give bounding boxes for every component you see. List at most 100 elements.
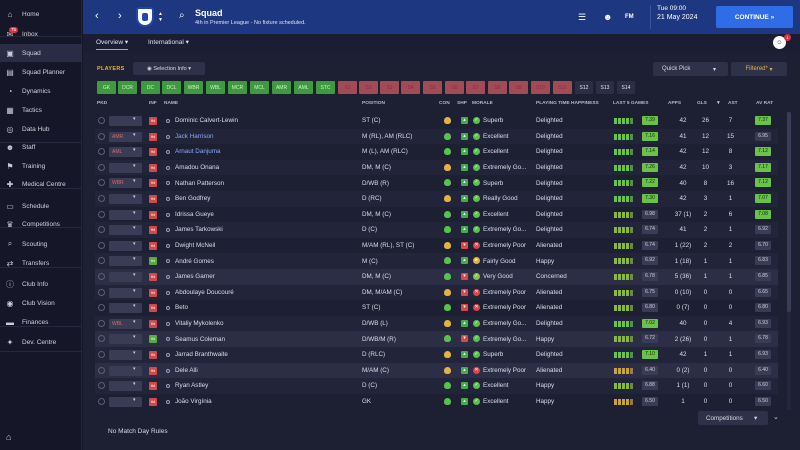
col-con[interactable]: CON (439, 101, 450, 106)
menu-icon[interactable]: ☰ (578, 12, 586, 23)
position-chip[interactable]: AMR (272, 81, 291, 94)
sidebar-item-data-hub[interactable]: ◎ Data Hub (0, 120, 82, 138)
chevron-down-icon[interactable]: ▾ (133, 147, 136, 153)
chevron-down-icon[interactable]: ⌄ (773, 413, 779, 421)
table-row[interactable]: AML ▾ Hd Arnaut Danjuma M (L), AM (RLC) … (95, 144, 778, 160)
position-chip[interactable]: S10 (531, 81, 550, 94)
position-chip[interactable]: DCL (162, 81, 181, 94)
position-chip[interactable]: S14 (617, 81, 635, 94)
player-name[interactable]: Seamus Coleman (175, 331, 355, 347)
squad-slot-select[interactable] (109, 381, 142, 392)
squad-slot-select[interactable] (109, 303, 142, 314)
picked-indicator[interactable] (98, 288, 105, 296)
position-chip[interactable]: WBR (184, 81, 203, 94)
sidebar-item-inbox[interactable]: ✉ 75 Inbox (0, 25, 82, 43)
player-name[interactable]: James Tarkowski (175, 222, 355, 238)
sidebar-item-club-vision[interactable]: ◉ Club Vision (0, 294, 82, 312)
player-name[interactable]: Jarrad Branthwaite (175, 347, 355, 363)
position-chip[interactable]: S6 (445, 81, 464, 94)
chevron-down-icon[interactable]: ▾ (133, 366, 136, 372)
position-chip[interactable]: MCL (250, 81, 269, 94)
position-chip[interactable]: S1 (338, 81, 357, 94)
player-name[interactable]: Jack Harrison (175, 129, 355, 145)
sidebar-item-club-info[interactable]: ⓘ Club Info (0, 275, 82, 293)
sort-desc-icon[interactable]: ▼ (716, 101, 721, 106)
player-name[interactable]: Idrissa Gueye (175, 207, 355, 223)
position-chip[interactable]: DC (141, 81, 160, 94)
position-chip[interactable]: S5 (423, 81, 442, 94)
scrollbar-thumb[interactable] (787, 112, 791, 312)
col-playing-time[interactable]: PLAYING TIME HAPPINESS (536, 101, 599, 106)
sidebar-item-schedule[interactable]: ▭ Schedule (0, 197, 82, 215)
sidebar-item-scouting[interactable]: ⌕ Scouting (0, 235, 82, 253)
home-icon[interactable]: ⌂ (6, 432, 11, 442)
chevron-down-icon[interactable]: ▾ (133, 319, 136, 325)
picked-indicator[interactable] (98, 148, 105, 156)
col-morale[interactable]: MORALE (472, 101, 493, 106)
table-row[interactable]: ▾ Hd Amadou Onana DM, M (C) ▴ ✓ Extremel… (95, 159, 778, 176)
sidebar-item-dev-centre[interactable]: ✦ Dev. Centre (0, 333, 82, 351)
position-chip[interactable]: STC (316, 81, 335, 94)
picked-indicator[interactable] (98, 335, 105, 343)
chevron-down-icon[interactable]: ▾ (133, 116, 136, 122)
tab-overview[interactable]: Overview ▾ (96, 38, 129, 50)
position-chip[interactable]: S11 (553, 81, 572, 94)
picked-indicator[interactable] (98, 163, 105, 171)
picked-indicator[interactable] (98, 304, 105, 312)
picked-indicator[interactable] (98, 382, 105, 390)
quick-pick-dropdown[interactable]: Quick Pick ▾ (653, 62, 728, 76)
position-chip[interactable]: AML (294, 81, 313, 94)
picked-indicator[interactable] (98, 351, 105, 358)
player-name[interactable]: André Gomes (175, 253, 355, 269)
player-name[interactable]: Arnaut Danjuma (175, 144, 355, 160)
player-name[interactable]: Ryan Astley (175, 378, 355, 394)
back-arrow-icon[interactable]: ‹ (95, 10, 99, 22)
position-chip[interactable]: S2 (359, 81, 378, 94)
squad-slot-select[interactable]: AMR (109, 131, 142, 142)
position-chip[interactable]: S12 (575, 81, 593, 94)
squad-slot-select[interactable] (109, 194, 142, 204)
sidebar-item-squad-planner[interactable]: ▤ Squad Planner (0, 63, 82, 81)
picked-indicator[interactable] (98, 397, 105, 405)
player-name[interactable]: Nathan Patterson (175, 175, 355, 191)
squad-slot-select[interactable] (109, 240, 142, 251)
picked-indicator[interactable] (98, 132, 105, 140)
col-apps[interactable]: APPS (668, 101, 681, 106)
position-chip[interactable]: S7 (466, 81, 485, 94)
sidebar-item-dynamics[interactable]: ◔ Dynamics (0, 82, 82, 100)
squad-slot-select[interactable]: WBL (109, 318, 142, 329)
table-row[interactable]: ▾ Hd Dwight McNeil M/AM (RL), ST (C) ▾ ✕… (95, 238, 778, 254)
chevron-down-icon[interactable]: ▾ (133, 256, 136, 262)
squad-slot-select[interactable] (109, 350, 142, 360)
squad-slot-select[interactable] (109, 162, 142, 173)
picked-indicator[interactable] (98, 257, 105, 265)
filtered-dropdown[interactable]: Filtered* ▾ (731, 62, 787, 76)
squad-slot-select[interactable] (109, 396, 142, 407)
chevron-down-icon[interactable]: ▾ (133, 194, 136, 200)
table-row[interactable]: ▾ Hd Ryan Astley D (C) ▴ ✓ Excellent Hap… (95, 378, 778, 394)
squad-slot-select[interactable] (109, 256, 142, 267)
sidebar-item-staff[interactable]: ☻ Staff (0, 138, 82, 156)
sidebar-item-squad[interactable]: ▣ Squad (0, 44, 82, 62)
chevron-down-icon[interactable]: ▾ (133, 241, 136, 247)
picked-indicator[interactable] (98, 117, 105, 124)
table-row[interactable]: AMR ▾ Hd Jack Harrison M (RL), AM (RLC) … (95, 128, 778, 145)
col-av-rat[interactable]: AV RAT (756, 101, 773, 106)
club-crest-icon[interactable] (136, 7, 154, 27)
player-name[interactable]: Dominic Calvert-Lewin (175, 113, 355, 129)
squad-slot-select[interactable] (109, 225, 142, 236)
position-chip[interactable]: MCR (228, 81, 247, 94)
tab-international[interactable]: International ▾ (148, 38, 189, 46)
squad-slot-select[interactable]: AML (109, 147, 142, 158)
table-row[interactable]: ▾ Hd Jarrad Branthwaite D (RLC) ▴ ✓ Supe… (95, 347, 778, 363)
chevron-down-icon[interactable]: ▾ (133, 178, 136, 184)
sidebar-item-finances[interactable]: ▬ Finances (0, 313, 82, 331)
picked-indicator[interactable] (98, 195, 105, 202)
position-chip[interactable]: DCR (118, 81, 137, 94)
chevron-down-icon[interactable]: ▾ (133, 225, 136, 231)
col-inf[interactable]: INF (149, 101, 157, 106)
table-row[interactable]: WBL ▾ Hd Vitaliy Mykolenko D/WB (L) ▴ ✓ … (95, 315, 778, 332)
picked-indicator[interactable] (98, 273, 105, 280)
sidebar-item-medical-centre[interactable]: ✚ Medical Centre (0, 175, 82, 193)
table-row[interactable]: ▾ Hd Dominic Calvert-Lewin ST (C) ▴ ✓ Su… (95, 113, 778, 129)
